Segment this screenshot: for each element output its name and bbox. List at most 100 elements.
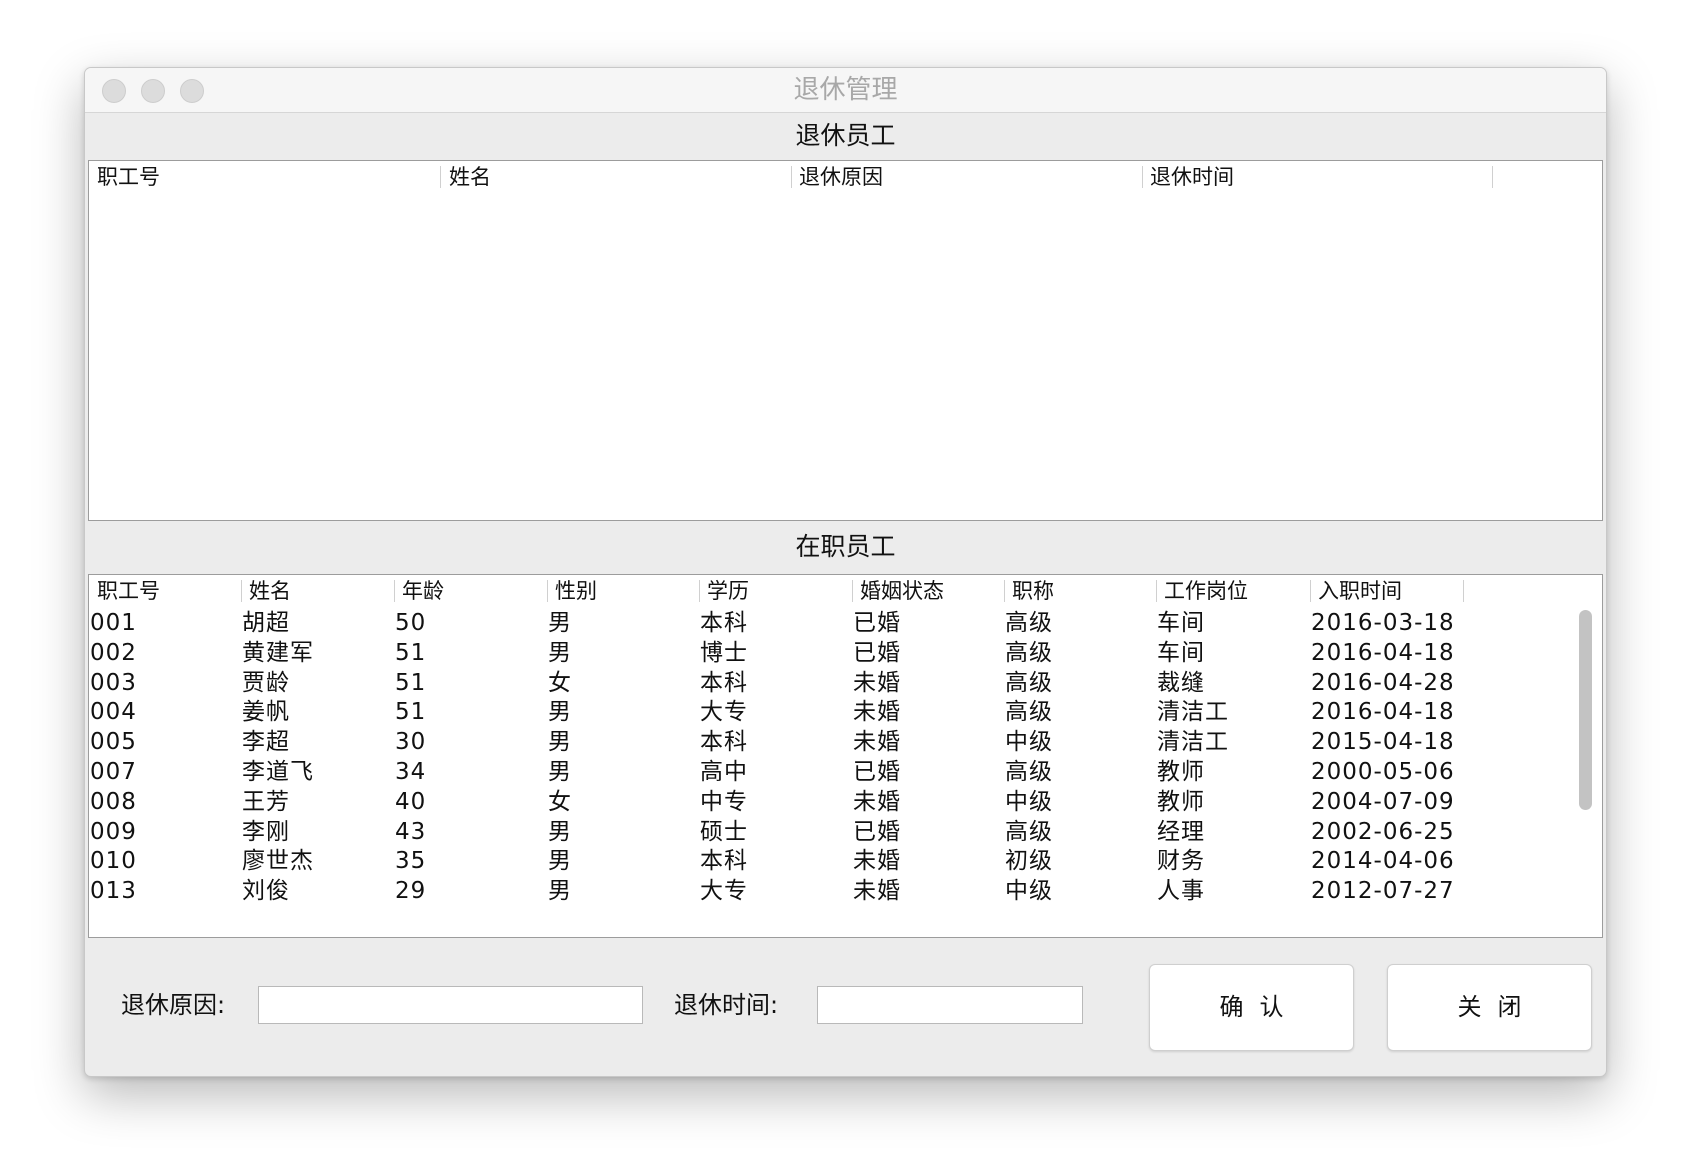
table-row[interactable]: 007 李道飞 34 男 高中 已婚 高级 教师 2000-05-06 [89, 756, 1602, 788]
column-header[interactable]: 职工号 [89, 161, 440, 193]
column-header[interactable]: 性别 [547, 575, 699, 607]
table-cell: 人事 [1157, 878, 1205, 905]
table-cell: 50 [395, 610, 427, 636]
table-cell: 清洁工 [1157, 699, 1229, 726]
confirm-button[interactable]: 确认 [1149, 964, 1354, 1051]
column-header[interactable]: 姓名 [241, 575, 394, 607]
table-cell: 2015-04-18 [1311, 729, 1455, 756]
table-row[interactable]: 003 贾龄 51 女 本科 未婚 高级 裁缝 2016-04-28 [89, 667, 1602, 699]
table-cell: 初级 [1005, 848, 1053, 875]
column-header[interactable]: 职称 [1004, 575, 1156, 607]
column-header[interactable]: 婚姻状态 [852, 575, 1004, 607]
table-cell: 博士 [700, 639, 748, 666]
window-title: 退休管理 [793, 75, 898, 105]
table-cell: 007 [90, 759, 137, 785]
column-header[interactable]: 姓名 [441, 161, 791, 193]
table-cell: 本科 [700, 669, 748, 696]
table-cell: 本科 [700, 610, 748, 636]
column-divider[interactable] [1492, 166, 1493, 188]
column-header[interactable]: 退休原因 [791, 161, 1142, 193]
table-cell: 008 [90, 788, 137, 815]
column-header[interactable]: 学历 [699, 575, 852, 607]
column-header[interactable]: 年龄 [394, 575, 547, 607]
table-cell: 女 [548, 788, 572, 815]
table-cell: 教师 [1157, 788, 1205, 815]
table-row[interactable]: 002 黄建军 51 男 博士 已婚 高级 车间 2016-04-18 [89, 637, 1602, 669]
active-table-scrollbar[interactable] [1579, 610, 1592, 810]
table-cell: 2016-04-28 [1311, 669, 1455, 696]
table-cell: 未婚 [853, 788, 901, 815]
table-cell: 已婚 [853, 818, 901, 845]
retire-reason-input[interactable] [258, 986, 643, 1024]
table-cell: 男 [548, 848, 572, 875]
table-cell: 未婚 [853, 669, 901, 696]
table-cell: 已婚 [853, 759, 901, 785]
column-header[interactable]: 职工号 [89, 575, 241, 607]
table-cell: 013 [90, 878, 137, 905]
table-cell: 男 [548, 818, 572, 845]
table-cell: 002 [90, 639, 137, 666]
title-bar[interactable]: 退休管理 [85, 68, 1606, 113]
column-divider[interactable] [1463, 580, 1464, 602]
table-cell: 王芳 [242, 788, 290, 815]
table-cell: 003 [90, 669, 137, 696]
retired-table-body[interactable] [89, 193, 1602, 520]
table-cell: 刘俊 [242, 878, 290, 905]
table-cell: 2016-04-18 [1311, 699, 1455, 726]
table-cell: 教师 [1157, 759, 1205, 785]
table-row[interactable]: 004 姜帆 51 男 大专 未婚 高级 清洁工 2016-04-18 [89, 696, 1602, 728]
table-row[interactable]: 009 李刚 43 男 硕士 已婚 高级 经理 2002-06-25 [89, 816, 1602, 848]
table-cell: 清洁工 [1157, 729, 1229, 756]
table-row[interactable]: 005 李超 30 男 本科 未婚 中级 清洁工 2015-04-18 [89, 726, 1602, 758]
table-cell: 本科 [700, 729, 748, 756]
table-row[interactable]: 013 刘俊 29 男 大专 未婚 中级 人事 2012-07-27 [89, 875, 1602, 907]
close-button[interactable]: 关闭 [1387, 964, 1592, 1051]
active-employees-table[interactable]: 职工号 姓名 年龄 性别 学历 婚姻状态 职称 工作岗位 入职时间 001 胡超 50 男本科 已婚 高级… [88, 574, 1603, 938]
table-cell: 高级 [1005, 818, 1053, 845]
column-header[interactable]: 入职时间 [1310, 575, 1463, 607]
table-cell: 009 [90, 818, 137, 845]
table-cell: 2000-05-06 [1311, 759, 1455, 785]
table-cell: 裁缝 [1157, 669, 1205, 696]
table-cell: 李刚 [242, 818, 290, 845]
column-header[interactable]: 工作岗位 [1156, 575, 1310, 607]
table-cell: 男 [548, 639, 572, 666]
table-cell: 35 [395, 848, 427, 875]
table-cell: 大专 [700, 878, 748, 905]
table-cell: 2014-04-06 [1311, 848, 1455, 875]
retire-reason-label: 退休原因: [121, 991, 226, 1019]
table-row[interactable]: 001 胡超 50 男 本科 已婚 高级 车间 2016-03-18 [89, 607, 1602, 639]
table-cell: 005 [90, 729, 137, 756]
table-cell: 2016-04-18 [1311, 639, 1455, 666]
table-cell: 未婚 [853, 699, 901, 726]
table-cell: 2004-07-09 [1311, 788, 1455, 815]
table-cell: 男 [548, 878, 572, 905]
retire-time-label: 退休时间: [674, 991, 779, 1019]
table-row[interactable]: 010 廖世杰 35 男 本科 未婚 初级 财务 2014-04-06 [89, 845, 1602, 877]
table-cell: 51 [395, 669, 427, 696]
retire-time-input[interactable] [817, 986, 1083, 1024]
table-cell: 001 [90, 610, 137, 636]
table-cell: 34 [395, 759, 427, 785]
table-cell: 中级 [1005, 878, 1053, 905]
table-cell: 51 [395, 639, 427, 666]
table-cell: 未婚 [853, 848, 901, 875]
table-cell: 车间 [1157, 610, 1205, 636]
table-cell: 男 [548, 729, 572, 756]
table-cell: 本科 [700, 848, 748, 875]
table-cell: 经理 [1157, 818, 1205, 845]
table-row[interactable]: 008 王芳 40 女 中专 未婚 中级 教师 2004-07-09 [89, 786, 1602, 818]
table-cell: 2002-06-25 [1311, 818, 1455, 845]
column-header[interactable]: 退休时间 [1142, 161, 1492, 193]
table-cell: 中专 [700, 788, 748, 815]
table-cell: 40 [395, 788, 427, 815]
active-table-body[interactable]: 001 胡超 50 男本科 已婚 高级 车间 2016-03-18 002 黄建军 51 男博士 已婚高… [89, 607, 1602, 937]
retired-employees-table[interactable]: 职工号 姓名 退休原因 退休时间 [88, 160, 1603, 521]
table-cell: 未婚 [853, 729, 901, 756]
table-cell: 男 [548, 759, 572, 785]
table-cell: 30 [395, 729, 427, 756]
table-cell: 2016-03-18 [1311, 610, 1455, 636]
table-cell: 男 [548, 699, 572, 726]
table-cell: 黄建军 [242, 639, 314, 666]
table-cell: 2012-07-27 [1311, 878, 1455, 905]
